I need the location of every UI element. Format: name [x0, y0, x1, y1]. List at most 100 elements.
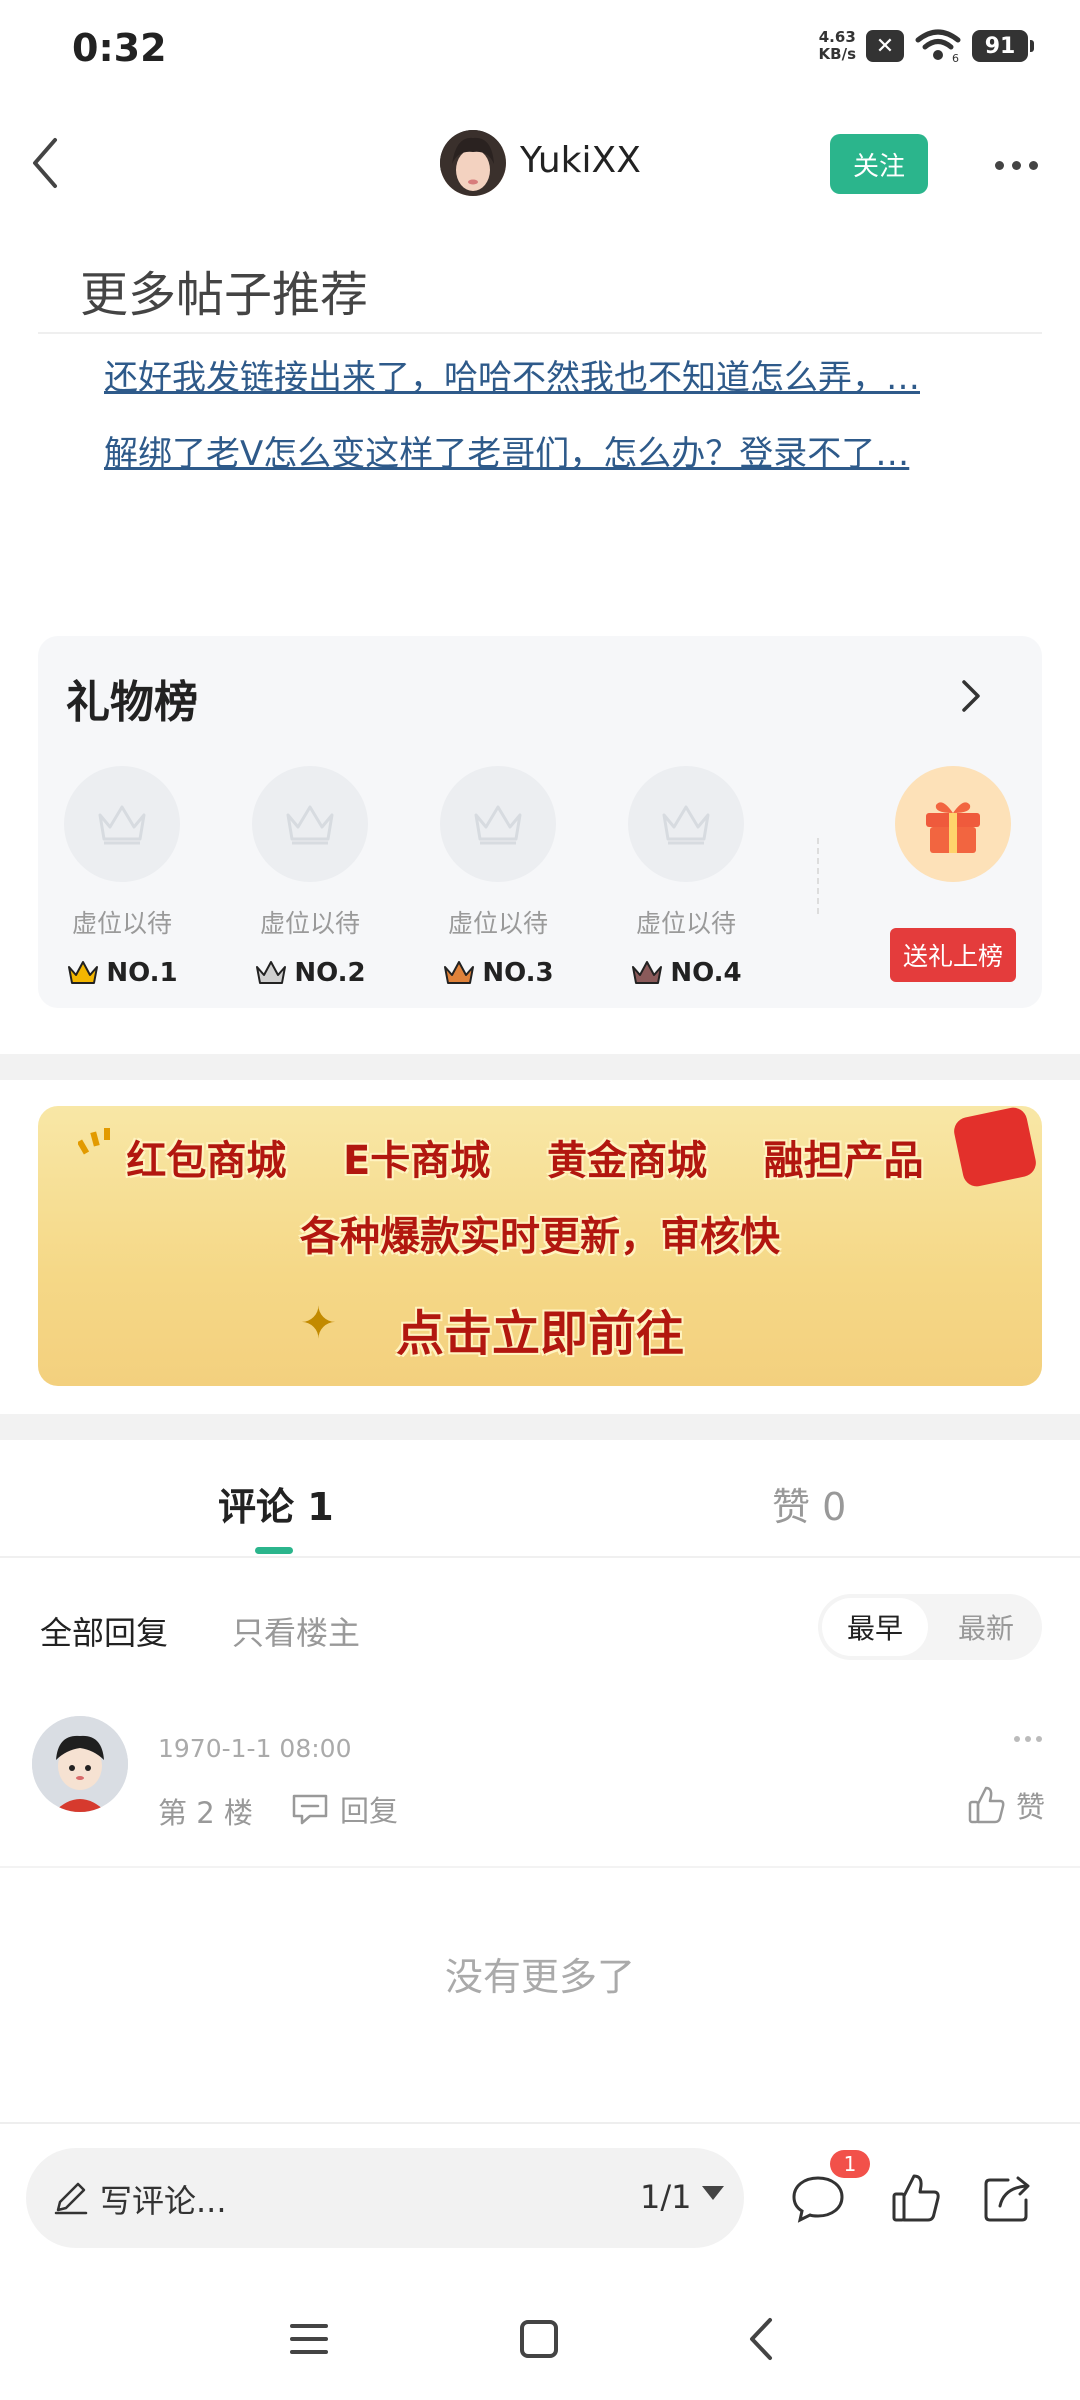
wifi-icon: 6 [915, 29, 961, 64]
like-button[interactable] [888, 2170, 944, 2226]
caret-down-icon[interactable] [702, 2186, 724, 2200]
banner-item: 融担产品 [763, 1138, 924, 1184]
share-icon [984, 2176, 1030, 2222]
page-indicator[interactable]: 1/1 [640, 2178, 692, 2216]
cartoon-avatar-icon [32, 1716, 128, 1812]
thumbs-up-icon [968, 1786, 1005, 1824]
status-time: 0:32 [72, 26, 167, 70]
sort-earliest-button[interactable]: 最早 [822, 1598, 928, 1656]
status-icons: 4.63 KB/s ✕ 6 91 [819, 28, 1034, 64]
crown-outline-icon [286, 805, 334, 845]
dot-icon [1036, 1736, 1042, 1742]
divider [38, 332, 1042, 334]
slot-placeholder [628, 766, 744, 882]
comment-time: 1970-1-1 08:00 [158, 1734, 352, 1763]
banner-subtitle: 各种爆款实时更新，审核快 [300, 1214, 780, 1260]
gift-slot[interactable]: 虚位以待 NO.3 [428, 766, 568, 988]
chevron-left-icon [33, 138, 57, 188]
filter-host-only[interactable]: 只看楼主 [232, 1608, 360, 1654]
divider [0, 1556, 1080, 1558]
dot-icon [994, 160, 1004, 170]
like-label: 赞 [1016, 1790, 1046, 1824]
home-icon[interactable] [514, 2314, 564, 2364]
wifi-badge: 6 [952, 52, 959, 64]
face-icon [440, 130, 506, 196]
net-speed: 4.63 KB/s [819, 29, 856, 63]
tab-likes[interactable]: 赞 0 [772, 1476, 846, 1531]
send-gift-button[interactable]: 送礼上榜 [890, 928, 1016, 982]
pencil-icon [54, 2182, 88, 2215]
user-avatar[interactable] [440, 130, 506, 196]
more-options-button[interactable] [990, 140, 1042, 190]
share-button[interactable] [980, 2170, 1036, 2226]
recommendations-title: 更多帖子推荐 [80, 267, 369, 323]
crown-icon [256, 961, 287, 984]
slot-placeholder [64, 766, 180, 882]
rank-label: NO.2 [294, 958, 366, 988]
comment-placeholder[interactable]: 写评论... [100, 2176, 227, 2222]
banner-cta: 点击立即前往 [395, 1306, 684, 1362]
user-name[interactable]: YukiXX [520, 140, 641, 181]
gift-button[interactable] [895, 766, 1011, 882]
comment-like-button[interactable]: 赞 [966, 1784, 1045, 1826]
comment-count-badge: 1 [830, 2150, 870, 2178]
rank-label: NO.4 [670, 958, 742, 988]
sort-latest-button[interactable]: 最新 [936, 1598, 1036, 1656]
back-nav-icon[interactable] [738, 2314, 788, 2364]
gift-slot[interactable]: 虚位以待 NO.2 [240, 766, 380, 988]
crown-icon [444, 961, 475, 984]
divider [0, 2122, 1080, 2124]
crown-outline-icon [98, 805, 146, 845]
recommendation-link[interactable]: 解绑了老V怎么变这样了老哥们，怎么办？登录不了… [104, 426, 984, 475]
tab-comments[interactable]: 评论 1 [218, 1476, 334, 1531]
slot-placeholder [440, 766, 556, 882]
crown-outline-icon [662, 805, 710, 845]
banner-item: E卡商城 [342, 1138, 491, 1184]
gift-slot[interactable]: 虚位以待 NO.1 [52, 766, 192, 988]
slot-label: 虚位以待 [71, 909, 172, 938]
section-gap [0, 1414, 1080, 1440]
banner-item: 红包商城 [126, 1138, 287, 1184]
thumbs-up-icon [892, 2174, 940, 2222]
dot-icon [1014, 1736, 1020, 1742]
dot-icon [1011, 160, 1021, 170]
gift-separator [817, 838, 819, 914]
comment-bubble-icon [792, 2176, 844, 2223]
tab-indicator [255, 1547, 293, 1554]
rank-label: NO.1 [106, 958, 178, 988]
recommendation-link[interactable]: 还好我发链接出来了，哈哈不然我也不知道怎么弄，… [104, 350, 984, 399]
gift-board-more-button[interactable] [948, 674, 992, 718]
crown-icon [68, 961, 99, 984]
gift-board-title: 礼物榜 [66, 677, 198, 728]
slot-placeholder [252, 766, 368, 882]
comment-more-button[interactable] [1014, 1736, 1042, 1742]
gift-slot[interactable]: 虚位以待 NO.4 [616, 766, 756, 988]
no-sim-icon: ✕ [866, 30, 904, 62]
commenter-avatar[interactable] [32, 1716, 128, 1812]
rank-label: NO.3 [482, 958, 554, 988]
reply-label: 回复 [340, 1794, 399, 1828]
section-gap [0, 1054, 1080, 1080]
filter-all-replies[interactable]: 全部回复 [40, 1608, 168, 1654]
follow-button[interactable]: 关注 [830, 134, 928, 194]
comments-button[interactable] [790, 2170, 846, 2226]
reply-icon [292, 1794, 328, 1825]
slot-rank: NO.3 [428, 958, 568, 988]
back-button[interactable] [20, 130, 68, 196]
gift-icon [926, 802, 980, 853]
crown-outline-icon [474, 805, 522, 845]
reply-button[interactable]: 回复 [290, 1788, 398, 1830]
slot-rank: NO.4 [616, 958, 756, 988]
net-speed-value: 4.63 [818, 28, 856, 46]
slot-rank: NO.2 [240, 958, 380, 988]
slot-label: 虚位以待 [635, 909, 736, 938]
promo-banner[interactable]: 红包商城 E卡商城 黄金商城 融担产品 各种爆款实时更新，审核快 ✦ 点击立即前… [38, 1106, 1042, 1386]
battery-icon: 91 [972, 30, 1034, 62]
menu-icon[interactable] [284, 2314, 334, 2364]
slot-label: 虚位以待 [259, 909, 360, 938]
no-more-text: 没有更多了 [444, 1955, 635, 1999]
net-speed-unit: KB/s [818, 45, 856, 63]
comment-floor: 第 2 楼 [158, 1796, 253, 1830]
banner-items: 红包商城 E卡商城 黄金商城 融担产品 [38, 1128, 1042, 1186]
dot-icon [1025, 1736, 1031, 1742]
